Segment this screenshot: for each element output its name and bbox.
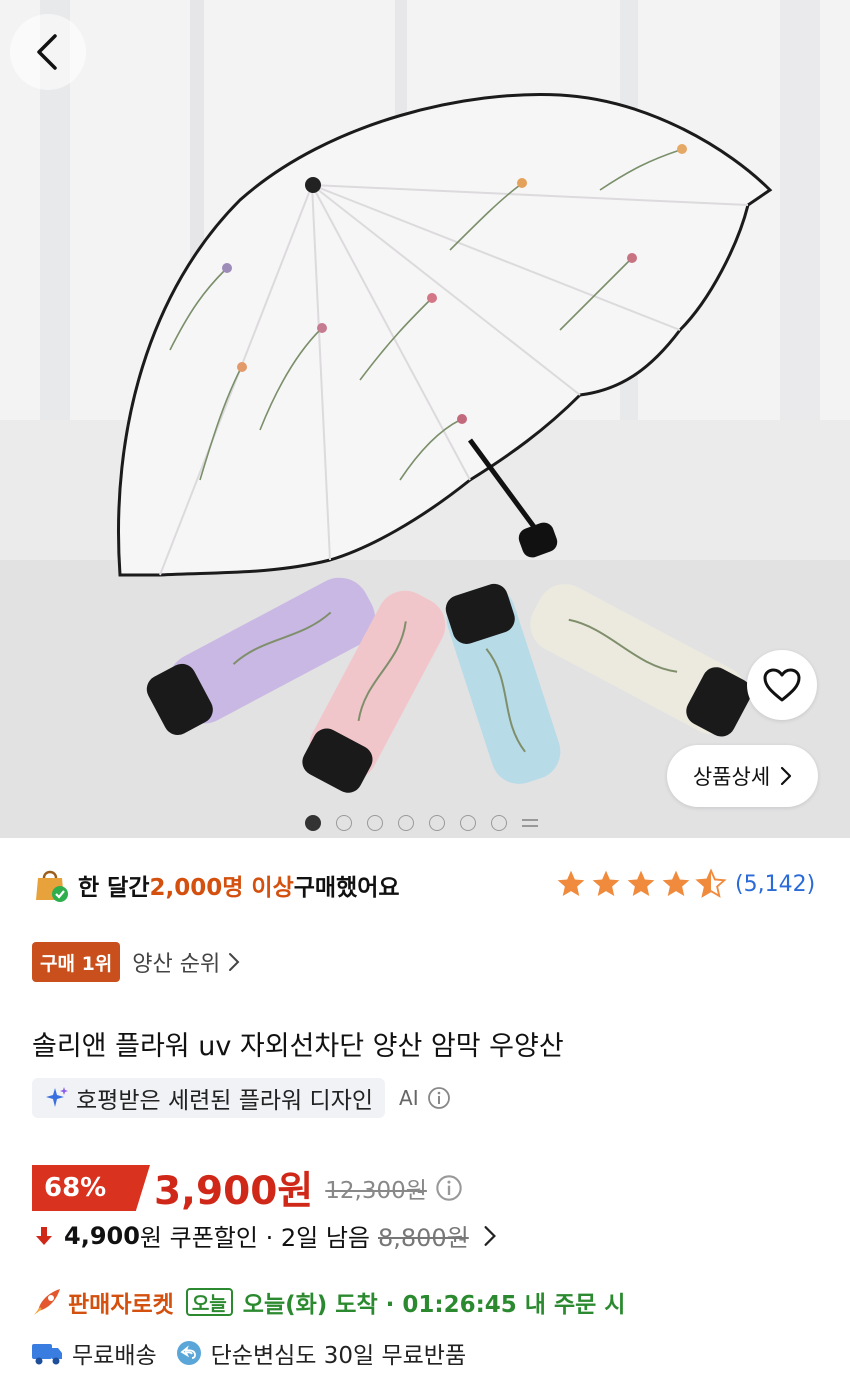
shopping-bag-icon (36, 870, 68, 902)
ai-label: AI (399, 1086, 419, 1110)
free-shipping-label: 무료배송 (72, 1343, 157, 1369)
truck-icon (32, 1344, 62, 1365)
shipping-info: 무료배송 단순변심도 30일 무료반품 (30, 1336, 466, 1370)
carousel-indicator[interactable] (305, 815, 538, 831)
star-full-icon (592, 870, 620, 896)
coupon-text: 원 쿠폰할인 · 2일 남음 (139, 1224, 370, 1252)
ai-summary-chip: 호평받은 세련된 플라워 디자인 (32, 1078, 386, 1118)
price-info: 68% 3,900원 12,300원 (32, 1160, 463, 1216)
current-price: 3,900원 (154, 1169, 314, 1214)
wishlist-button[interactable] (747, 650, 817, 720)
carousel-dot[interactable] (336, 815, 352, 831)
chevron-right-icon (229, 953, 240, 971)
info-icon[interactable] (435, 1174, 463, 1202)
today-badge: 오늘 (185, 1288, 233, 1316)
rank-badge: 구매 1위 (32, 942, 121, 982)
purchase-count: 2,000명 이상 (149, 875, 294, 901)
carousel-more-icon[interactable] (522, 815, 538, 831)
review-count[interactable]: (5,142) (735, 872, 815, 897)
coupon-price: 4,900 (64, 1221, 140, 1250)
rank-category-link[interactable]: 양산 순위 (132, 946, 240, 978)
product-image (0, 0, 850, 838)
product-detail-button[interactable]: 상품상세 (667, 745, 818, 807)
sparkle-icon (46, 1087, 68, 1107)
ai-summary-text: 호평받은 세련된 플라워 디자인 (76, 1088, 374, 1114)
carousel-dot[interactable] (305, 815, 321, 831)
star-rating (555, 868, 727, 900)
delivery-info: 판매자로켓 오늘 오늘(화) 도착 · 01:26:45 내 주문 시 (30, 1285, 625, 1319)
ai-info[interactable]: AI (399, 1086, 451, 1110)
purchase-prefix: 한 달간 (78, 875, 150, 901)
back-button[interactable] (10, 14, 86, 90)
discount-badge: 68% (32, 1165, 150, 1211)
rank-info[interactable]: 구매 1위 양산 순위 (32, 942, 240, 982)
ai-summary: 호평받은 세련된 플라워 디자인 AI (32, 1078, 451, 1118)
seller-rocket-label: 판매자로켓 (68, 1292, 174, 1318)
arrival-text: 오늘(화) 도착 · 01:26:45 내 주문 시 (242, 1292, 626, 1318)
return-icon (176, 1341, 201, 1365)
original-price: 12,300원 (325, 1178, 427, 1204)
info-icon[interactable] (427, 1086, 451, 1110)
product-hero[interactable]: 상품상세 (0, 0, 850, 838)
rating-summary[interactable]: (5,142) (555, 868, 815, 900)
carousel-dot[interactable] (491, 815, 507, 831)
monthly-purchase-info: 한 달간 2,000명 이상 구매했어요 (32, 866, 400, 904)
rocket-icon (34, 1289, 60, 1315)
carousel-dot[interactable] (367, 815, 383, 831)
coupon-info[interactable]: 4,900 원 쿠폰할인 · 2일 남음 8,800원 (32, 1218, 497, 1253)
arrow-down-icon (36, 1226, 52, 1245)
carousel-dot[interactable] (429, 815, 445, 831)
star-full-icon (557, 870, 585, 896)
coupon-original-price: 8,800원 (377, 1224, 469, 1252)
purchase-suffix: 구매했어요 (293, 875, 400, 901)
heart-icon (763, 668, 801, 702)
free-return-label: 단순변심도 30일 무료반품 (210, 1343, 467, 1369)
chevron-right-icon (781, 766, 792, 786)
star-full-icon (627, 870, 655, 896)
product-detail-label: 상품상세 (692, 765, 771, 789)
star-half-icon (695, 868, 727, 898)
rank-category-label: 양산 순위 (132, 952, 221, 977)
star-full-icon (662, 870, 690, 896)
product-title: 솔리앤 플라워 uv 자외선차단 양산 암막 우양산 (32, 1031, 564, 1062)
carousel-dot[interactable] (460, 815, 476, 831)
carousel-dot[interactable] (398, 815, 414, 831)
chevron-right-icon (484, 1225, 496, 1246)
chevron-left-icon (37, 34, 57, 70)
